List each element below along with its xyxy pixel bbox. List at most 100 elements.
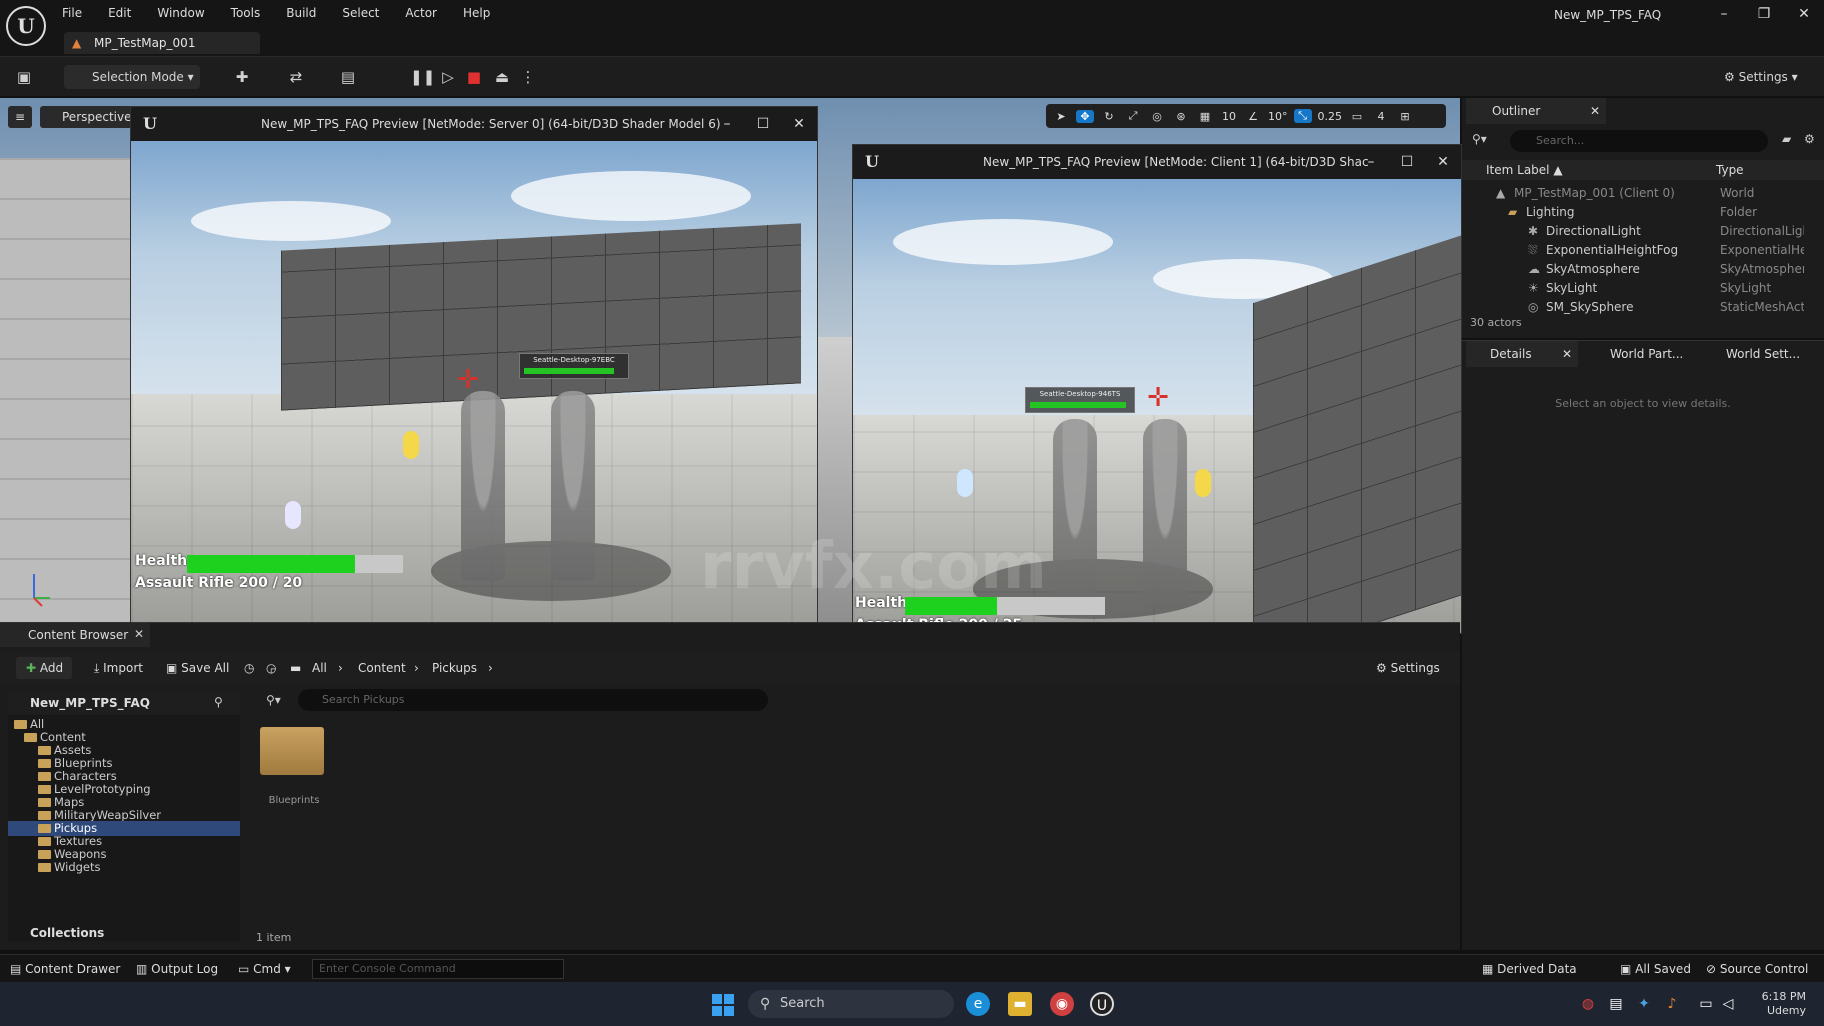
add-button[interactable]: ✚ Add: [16, 657, 72, 679]
restore-icon[interactable]: ❐: [1752, 6, 1776, 22]
stop-icon[interactable]: ■: [462, 67, 486, 87]
minimize-icon[interactable]: –: [1712, 6, 1736, 22]
scale-tool-icon[interactable]: ⤢: [1124, 109, 1142, 123]
breadcrumb-pickups[interactable]: Pickups: [432, 657, 477, 679]
filter-icon[interactable]: ⚲▾: [1472, 132, 1487, 146]
outliner-row[interactable]: ☀ SkyLight SkyLight: [1462, 279, 1802, 298]
content-browser-tab[interactable]: Content Browser: [0, 623, 150, 647]
menu-actor[interactable]: Actor: [405, 6, 437, 20]
derived-data-button[interactable]: ▦ Derived Data: [1482, 955, 1577, 983]
close-icon[interactable]: ✕: [1425, 145, 1461, 179]
scale-snap-icon[interactable]: ⤡: [1293, 109, 1312, 123]
step-icon[interactable]: ▷: [436, 67, 460, 87]
world-space-icon[interactable]: ◎: [1148, 110, 1166, 123]
close-icon[interactable]: ✕: [781, 107, 817, 141]
tray-icon[interactable]: ◍: [1576, 992, 1600, 1016]
eject-icon[interactable]: ⏏: [490, 67, 514, 87]
add-folder-icon[interactable]: ▰: [1782, 132, 1791, 146]
cinematics-icon[interactable]: ▤: [336, 67, 360, 87]
grid-snap-value[interactable]: 10: [1220, 110, 1238, 123]
grid-snap-icon[interactable]: ▦: [1196, 110, 1214, 123]
folder-icon[interactable]: ▬: [290, 657, 301, 679]
tray-icon[interactable]: ▤: [1604, 992, 1628, 1016]
folder-tree-item[interactable]: Widgets: [8, 860, 240, 875]
translate-tool-icon[interactable]: ✥: [1076, 109, 1094, 123]
menu-help[interactable]: Help: [463, 6, 490, 20]
collections-section[interactable]: Collections: [8, 921, 240, 945]
console-input[interactable]: Enter Console Command: [312, 959, 564, 979]
perspective-button[interactable]: Perspective: [40, 106, 140, 128]
menu-select[interactable]: Select: [342, 6, 379, 20]
close-icon[interactable]: ✕: [134, 627, 144, 641]
item-label-column[interactable]: Item Label ▲: [1486, 160, 1563, 180]
blueprint-icon[interactable]: ⇄: [284, 67, 308, 87]
outliner-row[interactable]: ☁ SkyAtmosphere SkyAtmosphere: [1462, 260, 1804, 279]
close-icon[interactable]: ✕: [1562, 341, 1572, 367]
outliner-search-input[interactable]: Search...: [1510, 130, 1768, 152]
volume-icon[interactable]: ◁: [1716, 992, 1740, 1016]
select-tool-icon[interactable]: ➤: [1052, 110, 1070, 123]
more-options-icon[interactable]: ⋮: [516, 67, 540, 87]
breadcrumb-all[interactable]: All: [312, 657, 327, 679]
outliner-row[interactable]: ▲ MP_TestMap_001 (Client 0) World: [1462, 184, 1802, 203]
breadcrumb-content[interactable]: Content: [358, 657, 406, 679]
world-settings-tab[interactable]: World Sett...: [1704, 341, 1800, 367]
microphone-icon[interactable]: ♪: [1660, 992, 1684, 1016]
source-control-button[interactable]: ⊘ Source Control: [1706, 955, 1808, 983]
minimize-icon[interactable]: –: [1353, 145, 1389, 179]
forward-icon[interactable]: ◶: [266, 657, 276, 679]
maximize-icon[interactable]: ☐: [745, 107, 781, 141]
menu-window[interactable]: Window: [157, 6, 204, 20]
app-icon[interactable]: ◉: [1050, 992, 1074, 1016]
menu-build[interactable]: Build: [286, 6, 316, 20]
filter-icon[interactable]: ⚲▾: [266, 693, 281, 707]
minimize-icon[interactable]: –: [709, 107, 745, 141]
world-partition-tab[interactable]: World Part...: [1588, 341, 1683, 367]
menu-file[interactable]: File: [62, 6, 82, 20]
menu-edit[interactable]: Edit: [108, 6, 131, 20]
camera-speed-value[interactable]: 4: [1372, 110, 1390, 123]
all-saved-button[interactable]: ▣ All Saved: [1620, 955, 1691, 983]
viewport-menu-icon[interactable]: ≡: [8, 106, 32, 128]
save-all-button[interactable]: ▣ Save All: [166, 657, 229, 679]
file-explorer-icon[interactable]: ▬: [1008, 992, 1032, 1016]
output-log-button[interactable]: ▥ Output Log: [136, 955, 218, 983]
type-column[interactable]: Type: [1716, 160, 1744, 180]
settings-gear-icon[interactable]: ⚙: [1804, 132, 1815, 146]
rotation-snap-icon[interactable]: ∠: [1244, 110, 1262, 123]
selection-mode-dropdown[interactable]: Selection Mode ▾: [64, 65, 200, 89]
folder-icon[interactable]: [260, 727, 324, 775]
add-actor-icon[interactable]: ✚: [230, 67, 254, 87]
outliner-row[interactable]: ▰ Lighting Folder: [1462, 203, 1802, 222]
close-icon[interactable]: ✕: [1792, 6, 1816, 22]
rotation-snap-value[interactable]: 10°: [1268, 110, 1288, 123]
taskbar-search[interactable]: Search: [748, 990, 954, 1018]
rotate-tool-icon[interactable]: ↻: [1100, 110, 1118, 123]
back-icon[interactable]: ◷: [244, 657, 254, 679]
search-icon[interactable]: ⚲: [214, 695, 223, 709]
settings-button[interactable]: ⚙ Settings: [1376, 657, 1440, 679]
settings-button[interactable]: ⚙ Settings ▾: [1724, 65, 1798, 89]
save-icon[interactable]: ▣: [12, 67, 36, 87]
clock[interactable]: 6:18 PM Udemy: [1762, 990, 1806, 1018]
pause-icon[interactable]: ❚❚: [410, 67, 435, 87]
layout-icon[interactable]: ⊞: [1396, 110, 1414, 123]
scale-snap-value[interactable]: 0.25: [1318, 110, 1343, 123]
outliner-row[interactable]: ✱ DirectionalLight DirectionalLight: [1462, 222, 1804, 241]
surface-snap-icon[interactable]: ⊛: [1172, 110, 1190, 123]
maximize-icon[interactable]: ☐: [1389, 145, 1425, 179]
edge-icon[interactable]: e: [966, 992, 990, 1016]
camera-speed-icon[interactable]: ▭: [1348, 110, 1366, 123]
import-button[interactable]: ⤓ Import: [94, 657, 143, 679]
project-root[interactable]: New_MP_TPS_FAQ: [8, 691, 240, 715]
content-search-input[interactable]: Search Pickups: [298, 689, 768, 711]
outliner-tab[interactable]: Outliner: [1466, 98, 1606, 124]
menu-tools[interactable]: Tools: [231, 6, 261, 20]
tray-icon[interactable]: ✦: [1632, 992, 1656, 1016]
content-drawer-button[interactable]: ▤ Content Drawer: [10, 955, 120, 983]
windows-start-icon[interactable]: [712, 994, 734, 1016]
unreal-taskbar-icon[interactable]: U: [1090, 992, 1114, 1016]
outliner-row[interactable]: ⛆ ExponentialHeightFog ExponentialHeic: [1462, 241, 1804, 260]
level-tab[interactable]: ▲ MP_TestMap_001: [64, 32, 260, 54]
network-icon[interactable]: ▭: [1694, 992, 1718, 1016]
